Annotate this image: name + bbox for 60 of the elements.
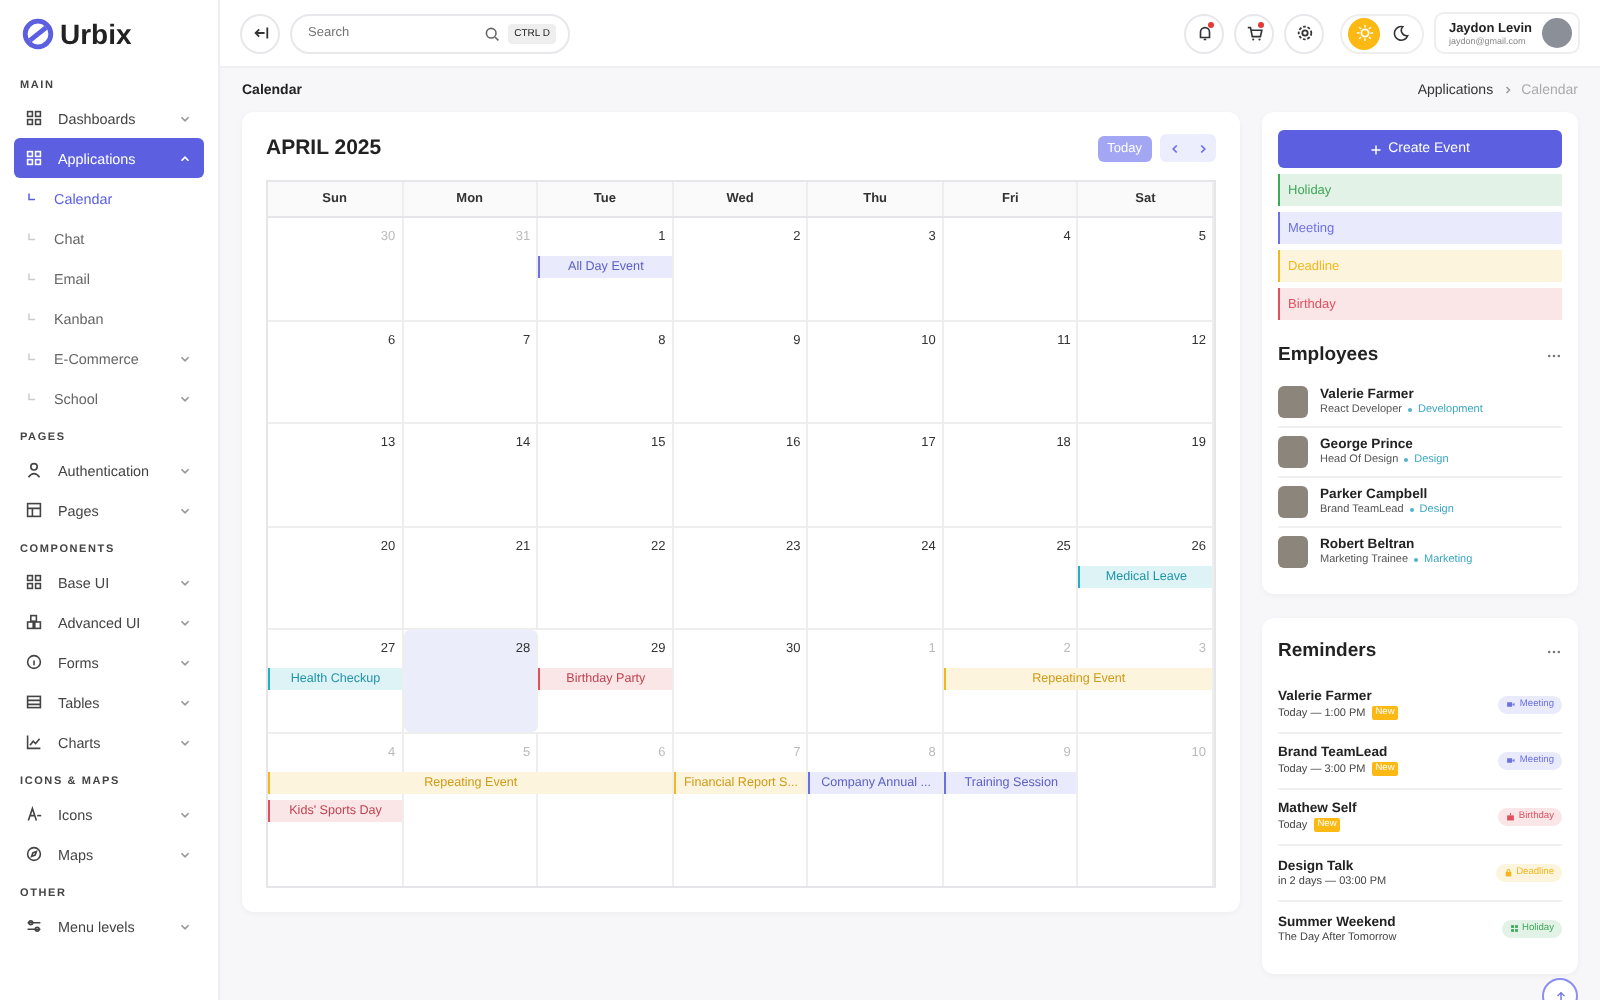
cart-button[interactable] — [1234, 13, 1275, 53]
chevron-down-icon — [178, 655, 192, 669]
more-icon[interactable] — [1546, 647, 1562, 655]
grid-icon — [26, 574, 42, 590]
bell-icon — [1195, 24, 1214, 42]
sliders-icon — [26, 918, 42, 934]
chevron-down-icon — [178, 807, 192, 821]
chevron-down-icon — [178, 847, 192, 861]
chevron-down-icon — [178, 503, 192, 517]
photo-placeholder — [1278, 536, 1308, 568]
chevron-down-icon — [178, 695, 192, 709]
settings-icon — [1295, 24, 1314, 42]
chevron-up-icon — [178, 151, 192, 165]
plus-icon — [1370, 143, 1383, 155]
sun-icon — [1355, 24, 1374, 42]
brand-name: Urbix — [60, 17, 132, 49]
photo-placeholder — [1278, 386, 1308, 418]
chevron-right-icon — [1195, 141, 1209, 155]
cubes-icon — [26, 614, 42, 630]
month-title: APRIL 2025 — [266, 136, 382, 160]
settings-button[interactable] — [1284, 13, 1325, 53]
chevron-down-icon — [178, 735, 192, 749]
chevron-left-icon — [1167, 141, 1181, 155]
chevron-down-icon — [178, 615, 192, 629]
collapse-sidebar-button[interactable] — [240, 13, 280, 53]
notifications-button[interactable] — [1184, 13, 1225, 53]
chevron-down-icon — [178, 463, 192, 477]
page-icon — [26, 502, 42, 518]
bullet-icon — [26, 392, 38, 404]
line-chart-icon — [26, 734, 42, 750]
bullet-icon — [26, 272, 38, 284]
chevron-down-icon — [178, 919, 192, 933]
section-title: Employees — [1278, 344, 1379, 366]
moon-icon — [1391, 24, 1410, 42]
photo-placeholder — [1278, 486, 1308, 518]
avatar-placeholder — [1542, 18, 1572, 48]
photo-placeholder — [1278, 436, 1308, 468]
search-icon — [484, 25, 501, 41]
chevron-down-icon — [178, 111, 192, 125]
grid-icon — [26, 150, 42, 166]
bullet-icon — [26, 192, 38, 204]
compass-icon — [26, 846, 42, 862]
chevron-right-icon — [1501, 84, 1514, 96]
chevron-down-icon — [178, 391, 192, 405]
table-icon — [26, 694, 42, 710]
arrow-left-bar-icon — [251, 24, 269, 42]
info-circle-icon — [26, 654, 42, 670]
grid-icon — [26, 110, 42, 126]
logo-icon — [22, 17, 54, 49]
bullet-icon — [26, 312, 38, 324]
font-icon — [26, 806, 42, 822]
chevron-down-icon — [178, 575, 192, 589]
user-icon — [26, 462, 42, 478]
section-title: Reminders — [1278, 640, 1377, 662]
more-icon[interactable] — [1546, 351, 1562, 359]
chevron-down-icon — [178, 351, 192, 365]
arrow-up-icon — [1553, 989, 1567, 1000]
bullet-icon — [26, 352, 38, 364]
cart-icon — [1245, 24, 1264, 42]
bullet-icon — [26, 232, 38, 244]
